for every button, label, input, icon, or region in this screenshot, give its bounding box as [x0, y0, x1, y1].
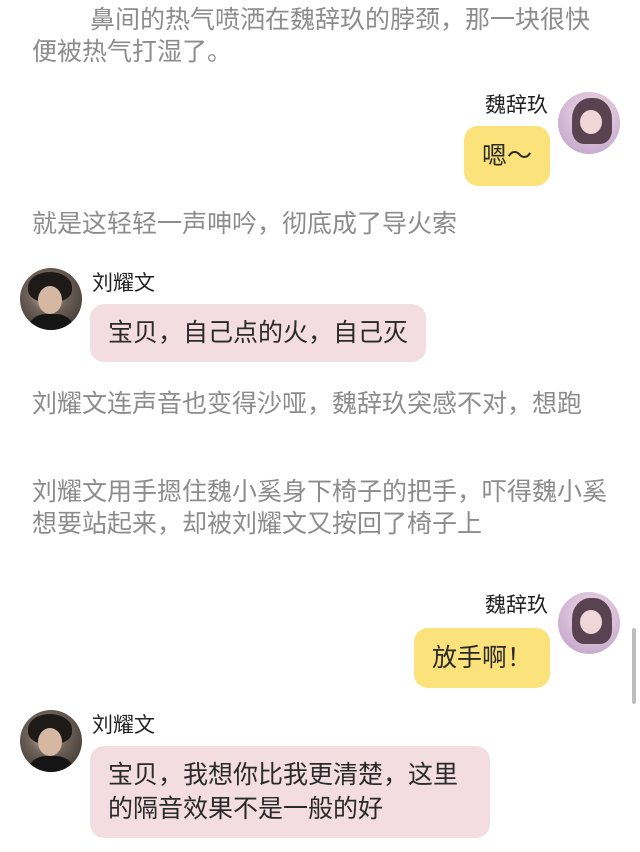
message-bubble[interactable]: 嗯～ [463, 126, 550, 186]
message-bubble[interactable]: 宝贝，自己点的火，自己灭 [90, 304, 427, 362]
avatar-face-shape [580, 610, 602, 634]
avatar-body-shape [26, 756, 76, 772]
avatar[interactable] [20, 710, 82, 772]
sender-name: 魏辞玖 [485, 593, 548, 617]
avatar-face-shape [38, 728, 62, 756]
message-bubble[interactable]: 宝贝，我想你比我更清楚，这里的隔音效果不是一般的好 [90, 746, 490, 838]
sender-name: 魏辞玖 [485, 93, 548, 117]
chat-story-page: 鼻间的热气喷洒在魏辞玖的脖颈，那一块很快便被热气打湿了。 魏辞玖 嗯～ 就是这轻… [0, 0, 640, 852]
avatar[interactable] [20, 268, 82, 330]
narration-paragraph: 就是这轻轻一声呻吟，彻底成了导火索 [32, 209, 458, 238]
avatar-face-shape [38, 286, 62, 314]
sender-name: 刘耀文 [92, 713, 155, 737]
narration-paragraph: 刘耀文用手摁住魏小奚身下椅子的把手，吓得魏小奚想要站起来，却被刘耀文又按回了椅子… [32, 477, 608, 538]
avatar-face-shape [580, 110, 602, 134]
sender-name: 刘耀文 [92, 271, 155, 295]
narration-paragraph: 鼻间的热气喷洒在魏辞玖的脖颈，那一块很快便被热气打湿了。 [32, 5, 591, 66]
scrollbar[interactable] [632, 628, 636, 704]
avatar[interactable] [558, 92, 620, 154]
avatar[interactable] [558, 592, 620, 654]
narration-paragraph: 刘耀文连声音也变得沙哑，魏辞玖突感不对，想跑 [32, 389, 583, 418]
avatar-body-shape [26, 314, 76, 330]
message-bubble[interactable]: 放手啊！ [413, 628, 550, 688]
